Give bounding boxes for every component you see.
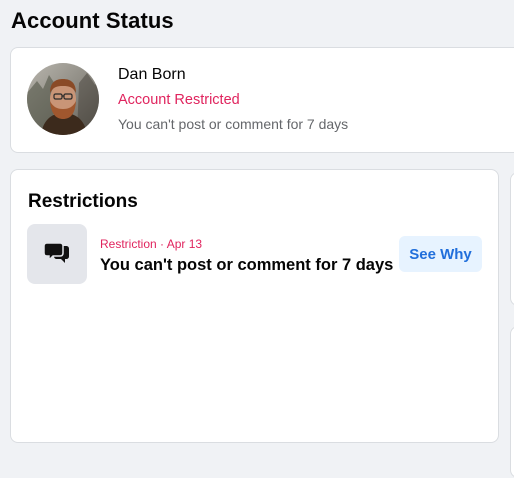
chat-bubbles-icon (44, 242, 69, 263)
account-status-label: Account Restricted (118, 92, 240, 108)
side-panel-card-top (510, 172, 514, 306)
profile-card: Dan Born Account Restricted You can't po… (10, 47, 514, 153)
account-status-detail: You can't post or comment for 7 days (118, 116, 349, 132)
restriction-text: You can't post or comment for 7 days (100, 256, 394, 274)
restriction-icon-box (27, 224, 87, 284)
restriction-type: Restriction (100, 237, 157, 251)
restriction-meta: Restriction · Apr 13 (100, 237, 202, 251)
restrictions-card: Restrictions Restriction · Apr 13 You ca… (10, 169, 499, 443)
see-why-button[interactable]: See Why (399, 236, 482, 272)
side-panel-card-bottom (510, 326, 514, 478)
avatar-photo (27, 63, 99, 135)
meta-separator: · (156, 237, 167, 251)
page-title: Account Status (11, 8, 174, 33)
restriction-date: Apr 13 (166, 237, 203, 251)
section-title: Restrictions (28, 191, 138, 212)
profile-name[interactable]: Dan Born (118, 66, 186, 84)
avatar[interactable] (27, 63, 99, 135)
